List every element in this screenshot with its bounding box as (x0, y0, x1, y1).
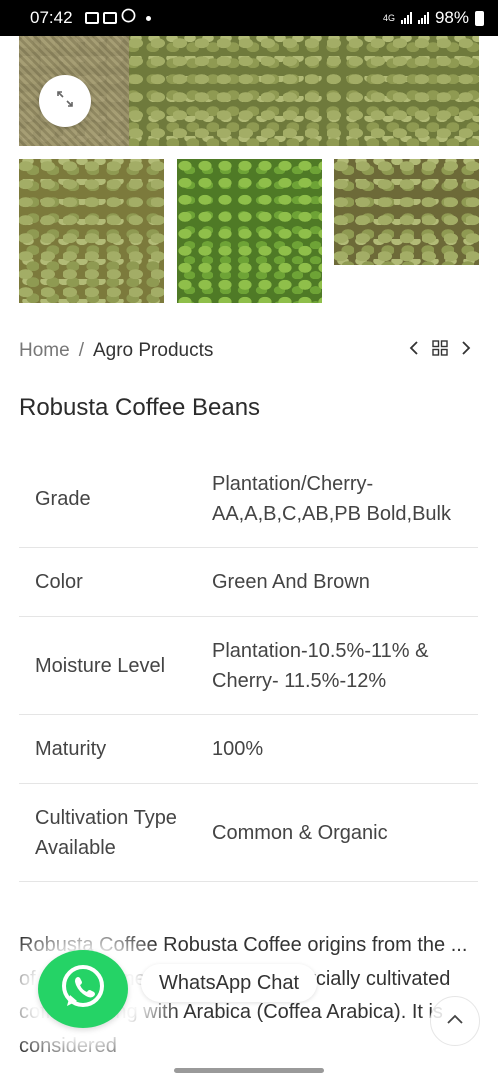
gesture-navigation-bar[interactable] (174, 1068, 324, 1073)
spec-value: Plantation/Cherry- AA,A,B,C,AB,PB Bold,B… (212, 472, 451, 525)
status-bar: 07:42 4G 98% (0, 0, 498, 36)
expand-icon (56, 90, 74, 113)
spec-label: Grade (35, 487, 91, 510)
spec-label: Moisture Level (35, 654, 166, 677)
battery-icon (475, 10, 484, 26)
whatsapp-notification-icon (121, 8, 136, 28)
spec-value: 100% (212, 738, 264, 760)
grid-icon[interactable] (432, 340, 448, 361)
spec-label: Maturity (35, 738, 107, 760)
breadcrumb: Home / Agro Products (19, 340, 213, 362)
chevron-up-icon (446, 1012, 464, 1030)
spec-row-moisture: Moisture Level Plantation-10.5%-11% & Ch… (19, 617, 478, 715)
gallery-notification-icon (84, 12, 99, 24)
spec-row-color: Color Green And Brown (19, 548, 478, 617)
scroll-to-top-button[interactable] (430, 996, 480, 1046)
whatsapp-icon (57, 961, 109, 1018)
breadcrumb-current[interactable]: Agro Products (93, 340, 213, 362)
thumbnail-1[interactable] (19, 159, 164, 303)
spec-value: Common & Organic (212, 821, 388, 844)
spec-label: Color (35, 571, 83, 593)
more-notifications-icon (145, 15, 151, 21)
battery-level: 98% (434, 8, 469, 27)
spec-row-cultivation: Cultivation Type Available Common & Orga… (19, 784, 478, 882)
chevron-left-icon[interactable] (408, 340, 420, 361)
spec-label: Cultivation Type Available (35, 806, 177, 859)
chevron-right-icon[interactable] (460, 340, 472, 361)
zoom-button[interactable] (39, 75, 91, 127)
whatsapp-chat-label[interactable]: WhatsApp Chat (141, 964, 318, 1002)
whatsapp-button[interactable] (38, 950, 128, 1028)
product-navigation (408, 340, 472, 361)
spec-value: Plantation-10.5%-11% & Cherry- 11.5%-12% (212, 639, 429, 692)
product-title: Robusta Coffee Beans (19, 394, 261, 421)
breadcrumb-home[interactable]: Home (19, 340, 70, 362)
spec-table: Grade Plantation/Cherry- AA,A,B,C,AB,PB … (19, 450, 478, 882)
breadcrumb-separator: / (78, 340, 84, 361)
spec-row-maturity: Maturity 100% (19, 715, 478, 784)
thumbnail-2[interactable] (177, 159, 322, 303)
thumbnail-3[interactable] (334, 159, 479, 265)
video-notification-icon (102, 12, 117, 24)
spec-row-grade: Grade Plantation/Cherry- AA,A,B,C,AB,PB … (19, 450, 478, 548)
network-type-icon: 4G (382, 13, 395, 23)
spec-value: Green And Brown (212, 571, 370, 593)
status-time: 07:42 (30, 8, 73, 27)
signal-icon-1 (400, 12, 412, 24)
signal-icon-2 (417, 12, 429, 24)
